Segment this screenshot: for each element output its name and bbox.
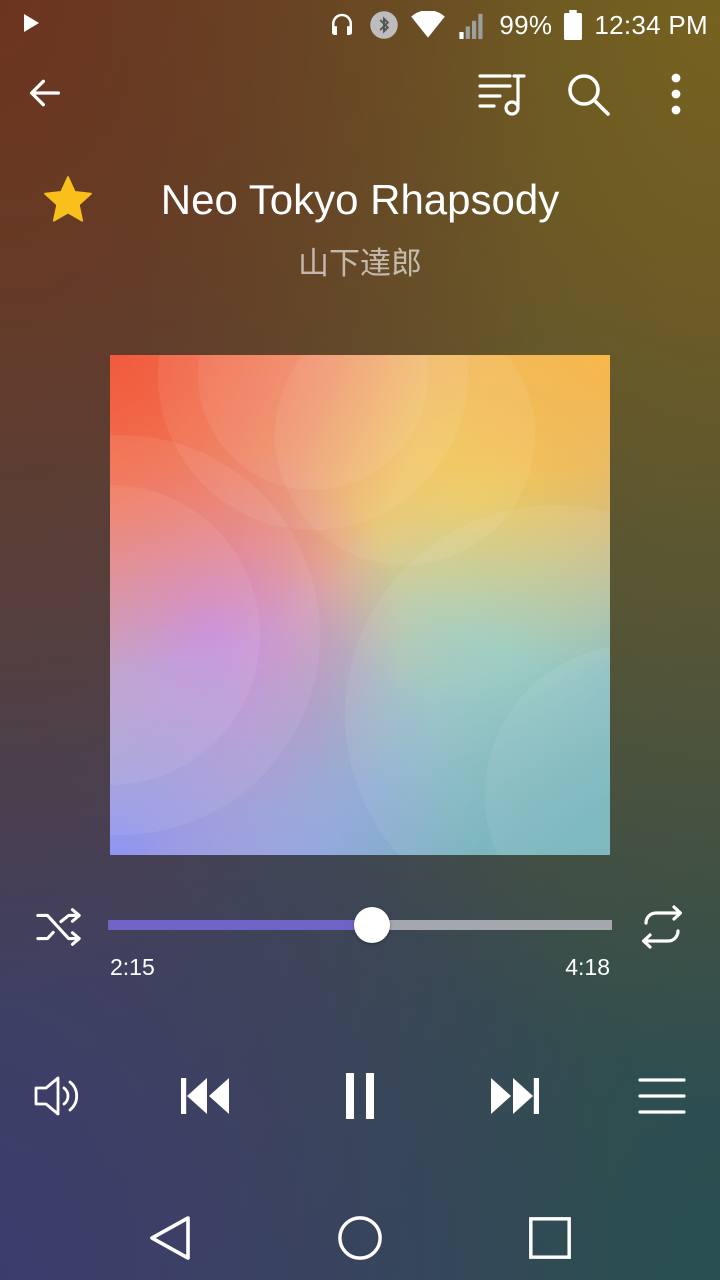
search-icon: [568, 74, 610, 116]
back-arrow-icon: [30, 79, 60, 107]
star-icon: [44, 176, 92, 222]
status-icons: 99% 12:34 PM: [327, 6, 708, 44]
album-art: [110, 355, 610, 855]
favorite-button[interactable]: [40, 172, 96, 228]
headphones-icon: [327, 10, 357, 40]
nav-recents-button[interactable]: [520, 1208, 580, 1268]
wifi-icon: [411, 11, 446, 39]
volume-icon: [34, 1076, 79, 1116]
play-indicator-icon: [24, 14, 39, 32]
status-bar: 99% 12:34 PM: [0, 0, 720, 50]
queue-music-icon: [478, 74, 526, 116]
battery-icon: [564, 10, 583, 40]
queue-button[interactable]: [472, 64, 532, 124]
progress-thumb[interactable]: [353, 907, 390, 943]
shuffle-icon: [36, 908, 81, 946]
nav-recents-icon: [529, 1217, 571, 1259]
next-button[interactable]: [486, 1068, 544, 1124]
cellular-signal-icon: [457, 11, 487, 39]
previous-button[interactable]: [176, 1068, 234, 1124]
more-options-button[interactable]: [650, 64, 702, 124]
skip-next-icon: [491, 1078, 539, 1114]
playlist-icon: [638, 1078, 686, 1114]
app-bar: [0, 60, 720, 124]
repeat-button[interactable]: [634, 900, 690, 954]
artist-name[interactable]: 山下達郎: [110, 238, 610, 283]
clock: 12:34 PM: [594, 9, 708, 40]
pause-button[interactable]: [332, 1066, 388, 1126]
total-duration: 4:18: [565, 954, 610, 980]
bluetooth-icon: [369, 10, 399, 40]
shuffle-button[interactable]: [32, 900, 86, 954]
elapsed-time: 2:15: [110, 954, 155, 980]
search-button[interactable]: [558, 64, 618, 124]
nav-back-icon: [150, 1216, 190, 1260]
more-vert-icon: [671, 73, 681, 115]
volume-button[interactable]: [30, 1068, 86, 1124]
progress-fill: [108, 920, 372, 930]
nav-back-button[interactable]: [140, 1208, 200, 1268]
skip-previous-icon: [181, 1078, 229, 1114]
progress-bar[interactable]: [108, 907, 612, 943]
repeat-icon: [642, 905, 682, 949]
pause-icon: [346, 1073, 374, 1119]
nav-home-icon: [338, 1216, 382, 1260]
battery-percent: 99%: [499, 9, 553, 40]
back-button[interactable]: [18, 66, 72, 120]
song-title: Neo Tokyo Rhapsody: [160, 176, 560, 223]
music-player-screen: 99% 12:34 PM Neo Tokyo Rhapsody 山下達郎 2:1…: [0, 0, 720, 1280]
playlist-button[interactable]: [634, 1068, 690, 1124]
nav-home-button[interactable]: [330, 1208, 390, 1268]
